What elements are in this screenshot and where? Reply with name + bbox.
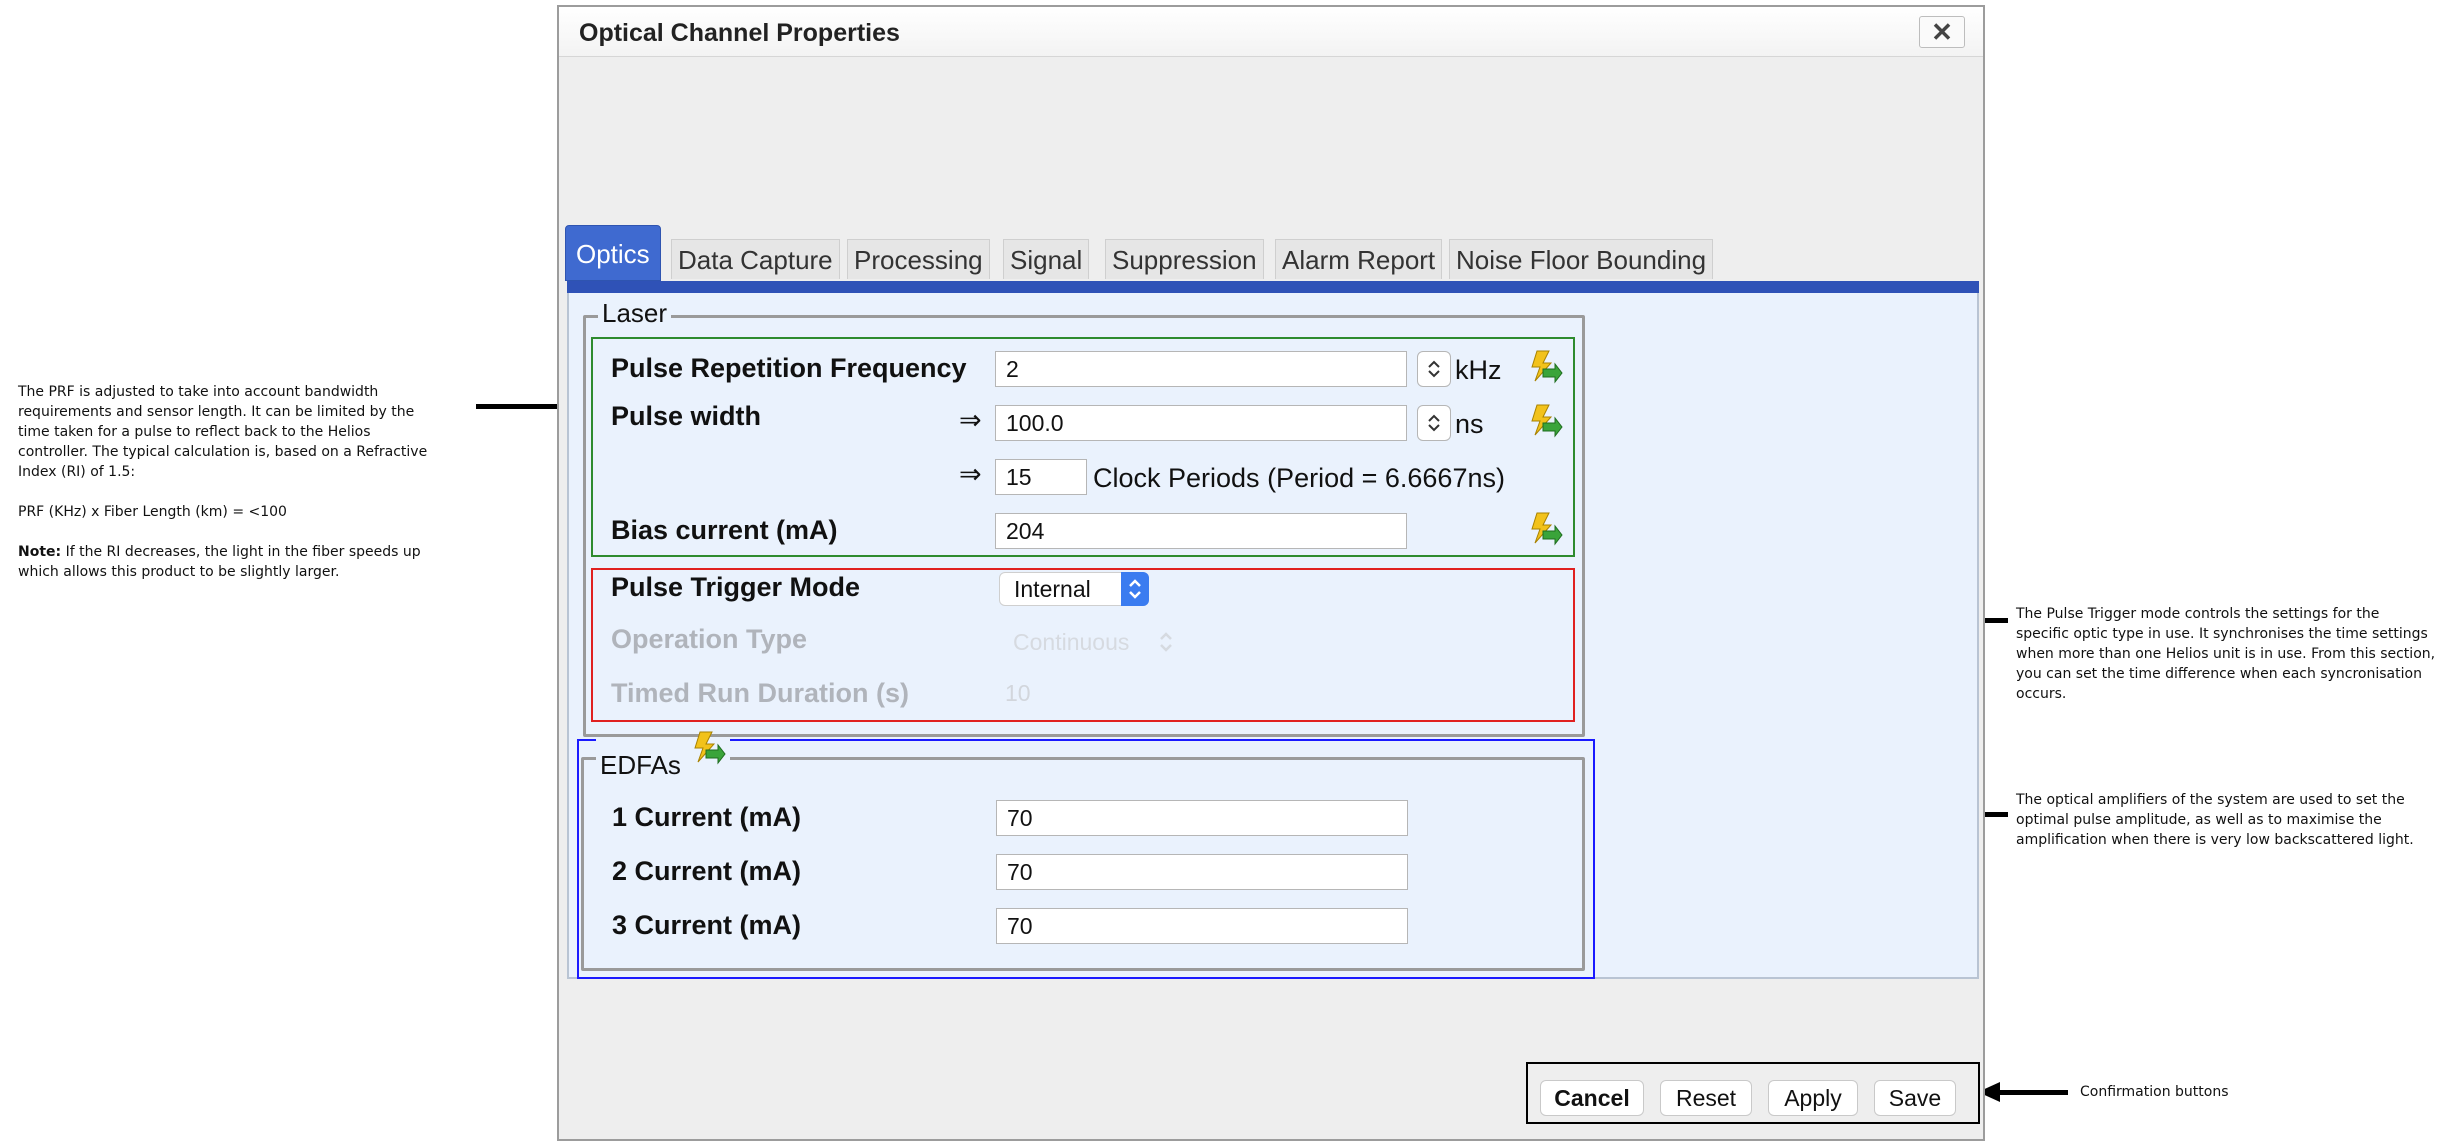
pulse-width-input[interactable]: 100.0	[995, 405, 1407, 441]
pulse-width-unit: ns	[1455, 409, 1484, 439]
edfa-2-current-input[interactable]: 70	[996, 854, 1408, 890]
dialog-title: Optical Channel Properties	[579, 19, 900, 47]
tab-data-capture[interactable]: Data Capture	[671, 239, 840, 279]
confirmation-buttons: Cancel Reset Apply Save	[1526, 1062, 1980, 1124]
tab-signal[interactable]: Signal	[1003, 239, 1090, 279]
operation-type-value: Continuous	[1013, 629, 1130, 655]
pulse-width-implies: ⇒	[959, 405, 982, 435]
prf-input[interactable]: 2	[995, 351, 1407, 387]
pulse-width-stepper[interactable]	[1417, 405, 1451, 441]
prf-apply-icon[interactable]	[1525, 349, 1563, 385]
prf-note-label: Note:	[18, 544, 62, 560]
clock-periods-text: Clock Periods (Period = 6.6667ns)	[1093, 463, 1505, 493]
edfa-apply-icon[interactable]	[688, 730, 726, 766]
edfa-3-current-label: 3 Current (mA)	[612, 910, 802, 940]
apply-button[interactable]: Apply	[1768, 1080, 1858, 1116]
operation-type-select: Continuous	[999, 626, 1179, 660]
close-button[interactable]: ✕	[1919, 16, 1965, 48]
edfa-1-current-label: 1 Current (mA)	[612, 802, 802, 832]
cancel-button[interactable]: Cancel	[1540, 1080, 1644, 1116]
prf-formula: PRF (KHz) x Fiber Length (km) = <100	[18, 504, 287, 520]
confirm-arrow	[1978, 1082, 2068, 1102]
timed-run-input: 10	[1005, 680, 1031, 706]
tab-processing[interactable]: Processing	[847, 239, 990, 279]
tab-optics[interactable]: Optics	[565, 225, 661, 281]
bias-current-label: Bias current (mA)	[611, 515, 838, 545]
optical-channel-dialog: Optical Channel Properties ✕ Optics Data…	[557, 5, 1985, 1141]
tab-suppression[interactable]: Suppression	[1105, 239, 1264, 279]
edfa-legend: EDFAs	[596, 731, 731, 781]
laser-fieldset: Laser Pulse Repetition Frequency 2 kHz P…	[583, 298, 1585, 737]
optics-panel: Laser Pulse Repetition Frequency 2 kHz P…	[567, 293, 1979, 979]
edfa-annotation: The optical amplifiers of the system are…	[2016, 792, 2414, 848]
edfa-3-current-input[interactable]: 70	[996, 908, 1408, 944]
laser-legend: Laser	[598, 298, 672, 329]
confirm-annotation: Confirmation buttons	[2080, 1084, 2229, 1100]
laser-pulse-group: Pulse Repetition Frequency 2 kHz Pulse w…	[591, 337, 1575, 557]
save-button[interactable]: Save	[1874, 1080, 1956, 1116]
clock-periods-input[interactable]: 15	[995, 459, 1087, 495]
pulse-trigger-group: Pulse Trigger Mode Internal Operation Ty…	[591, 568, 1575, 722]
edfa-group: EDFAs 1 Current (mA) 70 2 Current (mA) 7…	[577, 731, 1595, 979]
prf-note-text: If the RI decreases, the light in the fi…	[18, 544, 421, 580]
prf-stepper[interactable]	[1417, 351, 1451, 387]
close-icon: ✕	[1931, 17, 1953, 47]
prf-unit: kHz	[1455, 355, 1502, 385]
prf-annotation: The PRF is adjusted to take into account…	[18, 382, 438, 582]
prf-note: Note: If the RI decreases, the light in …	[18, 542, 438, 582]
prf-annotation-text: The PRF is adjusted to take into account…	[18, 384, 428, 480]
timed-run-label: Timed Run Duration (s)	[611, 678, 910, 708]
pulse-width-label: Pulse width	[611, 401, 762, 431]
pulse-trigger-label: Pulse Trigger Mode	[611, 572, 861, 602]
tab-alarm-report[interactable]: Alarm Report	[1275, 239, 1443, 279]
bias-current-input[interactable]: 204	[995, 513, 1407, 549]
edfa-fieldset: EDFAs 1 Current (mA) 70 2 Current (mA) 7…	[581, 731, 1585, 971]
pulse-width-apply-icon[interactable]	[1525, 403, 1563, 439]
prf-label: Pulse Repetition Frequency	[611, 353, 967, 383]
pulse-trigger-value: Internal	[1014, 576, 1091, 602]
tab-underline	[567, 281, 1979, 293]
prf-arrow	[476, 396, 582, 416]
operation-type-label: Operation Type	[611, 624, 808, 654]
select-arrows-icon	[1121, 572, 1149, 606]
pulse-trigger-select[interactable]: Internal	[999, 572, 1149, 606]
edfa-legend-label: EDFAs	[600, 750, 681, 780]
edfa-2-current-label: 2 Current (mA)	[612, 856, 802, 886]
tab-noise-floor-bounding[interactable]: Noise Floor Bounding	[1449, 239, 1714, 279]
bias-apply-icon[interactable]	[1525, 511, 1563, 547]
select-arrows-icon	[1152, 625, 1180, 659]
dialog-titlebar: Optical Channel Properties ✕	[559, 7, 1983, 57]
edfa-1-current-input[interactable]: 70	[996, 800, 1408, 836]
reset-button[interactable]: Reset	[1660, 1080, 1752, 1116]
clock-implies: ⇒	[959, 459, 982, 489]
trigger-annotation: The Pulse Trigger mode controls the sett…	[2016, 606, 2436, 702]
